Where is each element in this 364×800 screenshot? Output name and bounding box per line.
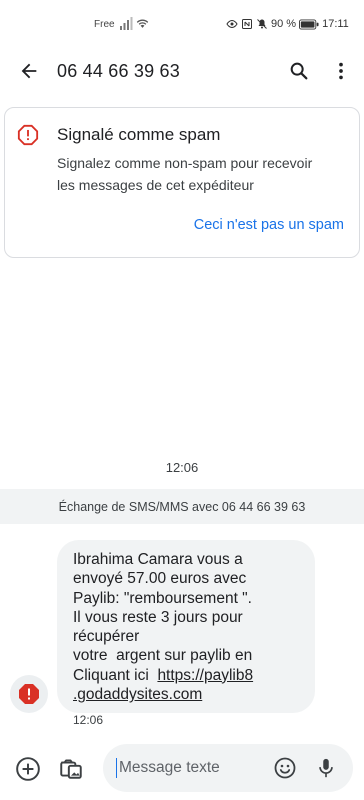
back-arrow-icon xyxy=(21,63,37,79)
clock: 17:11 xyxy=(322,18,349,30)
carrier-label: Free xyxy=(94,19,115,30)
status-bar: Free 90 % 17:11 xyxy=(0,0,364,50)
add-icon xyxy=(16,757,40,781)
spam-description: Signalez comme non-spam pour recevoir le… xyxy=(57,152,347,196)
eye-icon xyxy=(226,19,238,29)
search-button[interactable] xyxy=(286,58,312,84)
report-icon xyxy=(17,124,39,146)
conversation-time: 12:06 xyxy=(165,460,199,475)
message-link[interactable]: https://paylib8 xyxy=(157,667,253,684)
spam-avatar-icon xyxy=(19,684,39,704)
emoji-button[interactable] xyxy=(273,756,297,780)
message-line-with-link: Cliquant ici https://paylib8 xyxy=(73,666,301,685)
battery-icon xyxy=(299,19,319,29)
gallery-icon xyxy=(60,759,82,779)
mute-icon xyxy=(257,19,267,29)
message-input[interactable] xyxy=(116,758,266,778)
search-icon xyxy=(290,62,308,80)
voice-button[interactable] xyxy=(314,756,338,780)
signal-icon xyxy=(120,17,133,30)
status-right-group: 90 % 17:11 xyxy=(226,17,349,31)
add-attachment-button[interactable] xyxy=(14,755,42,783)
message-line: Paylib: "remboursement ". xyxy=(73,589,252,607)
message-bubble[interactable]: Ibrahima Camara vous a envoyé 57.00 euro… xyxy=(57,540,315,713)
app-bar: 06 44 66 39 63 xyxy=(0,50,364,94)
nfc-icon xyxy=(242,19,252,29)
spam-title: Signalé comme spam xyxy=(57,125,221,144)
gallery-button[interactable] xyxy=(57,754,85,782)
not-spam-button[interactable]: Ceci n'est pas un spam xyxy=(194,217,344,233)
mic-icon xyxy=(319,758,333,778)
wifi-icon xyxy=(136,19,149,28)
message-timestamp: 12:06 xyxy=(73,713,104,727)
more-vert-icon xyxy=(339,62,343,80)
spam-description-line: les messages de cet expéditeur xyxy=(57,177,254,193)
more-options-button[interactable] xyxy=(328,58,354,84)
emoji-icon xyxy=(274,757,296,779)
message-line: envoyé 57.00 euros avec xyxy=(73,570,247,588)
compose-field xyxy=(103,744,353,792)
battery-percent: 90 % xyxy=(271,18,297,30)
message-line-text: Cliquant ici xyxy=(73,666,158,684)
exchange-banner: Échange de SMS/MMS avec 06 44 66 39 63 xyxy=(0,489,364,524)
compose-bar xyxy=(0,740,364,800)
back-button[interactable] xyxy=(16,58,42,84)
message-line: Il vous reste 3 jours pour xyxy=(73,608,243,626)
sender-avatar[interactable] xyxy=(10,675,48,713)
message-line: récupérer xyxy=(73,628,140,646)
contact-title: 06 44 66 39 63 xyxy=(57,61,180,81)
message-link-continued[interactable]: .godaddysites.com xyxy=(73,685,301,704)
message-line: votre argent sur paylib en xyxy=(73,647,253,665)
spam-warning-card: Signalé comme spam Signalez comme non-sp… xyxy=(4,107,360,258)
spam-description-line: Signalez comme non-spam pour recevoir xyxy=(57,155,313,171)
message-line: Ibrahima Camara vous a xyxy=(73,551,243,568)
